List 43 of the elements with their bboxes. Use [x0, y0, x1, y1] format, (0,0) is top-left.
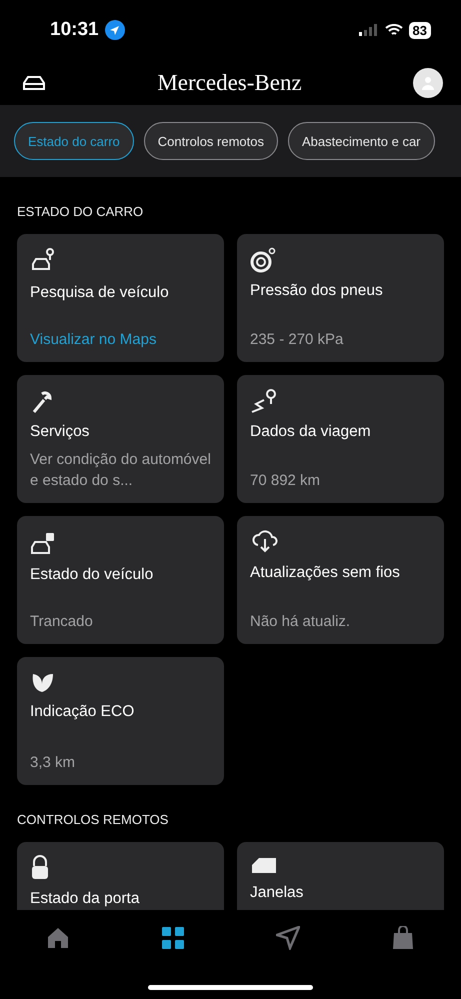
status-card[interactable]: Estado do veículo Trancado — [17, 516, 224, 644]
profile-avatar[interactable] — [413, 68, 443, 98]
card-value: Trancado — [30, 612, 94, 632]
status-card[interactable]: Pesquisa de veículo Visualizar no Maps — [17, 234, 224, 362]
brand-title: Mercedes-Benz — [157, 70, 302, 96]
category-tab[interactable]: Controlos remotos — [144, 122, 278, 160]
category-tab[interactable]: Abastecimento e car — [288, 122, 435, 160]
status-time: 10:31 — [50, 19, 99, 41]
card-title: Pesquisa de veículo — [30, 283, 170, 303]
card-title: Pressão dos pneus — [250, 281, 384, 301]
lock-icon — [30, 855, 50, 881]
maps-link[interactable]: Visualizar no Maps — [30, 329, 211, 350]
status-card[interactable]: Janelas — [237, 842, 444, 910]
card-title: Estado do veículo — [30, 565, 154, 585]
card-title: Atualizações sem fios — [250, 563, 401, 583]
status-card[interactable]: Indicação ECO 3,3 km — [17, 657, 224, 785]
card-title: Dados da viagem — [250, 422, 372, 442]
section-heading: CONTROLOS REMOTOS — [17, 811, 170, 829]
card-title: Serviços — [30, 422, 90, 442]
signal-icon — [358, 24, 379, 36]
category-tab[interactable]: Estado do carro — [14, 122, 134, 160]
card-title: Estado da porta — [30, 889, 140, 909]
section-heading: ESTADO DO CARRO — [17, 203, 144, 221]
status-card[interactable]: Pressão dos pneus 235 - 270 kPa — [237, 234, 444, 362]
card-value: Não há atualiz. — [250, 612, 352, 632]
car-door-icon — [250, 855, 278, 875]
route-pin-icon — [250, 388, 278, 414]
cloud-download-icon — [250, 529, 280, 555]
card-value: 70 892 km — [250, 471, 322, 491]
card-value: 3,3 km — [30, 753, 76, 773]
location-icon — [104, 20, 125, 40]
status-card[interactable]: Serviços Ver condição do automóvel e estado do s... — [17, 375, 224, 503]
tire-icon — [250, 247, 276, 273]
wifi-icon — [384, 24, 403, 36]
status-card[interactable]: Estado da porta — [17, 842, 224, 910]
card-title: Indicação ECO — [30, 702, 136, 722]
status-card[interactable]: Dados da viagem 70 892 km — [237, 375, 444, 503]
card-value: Ver condição do automóvel e estado do s... — [30, 450, 211, 491]
card-title: Janelas — [250, 883, 304, 903]
navigation-icon[interactable] — [274, 924, 302, 952]
battery-level: 83 — [408, 22, 431, 38]
card-value: 235 - 270 kPa — [250, 330, 344, 350]
status-card[interactable]: Atualizações sem fios Não há atualiz. — [237, 516, 444, 644]
